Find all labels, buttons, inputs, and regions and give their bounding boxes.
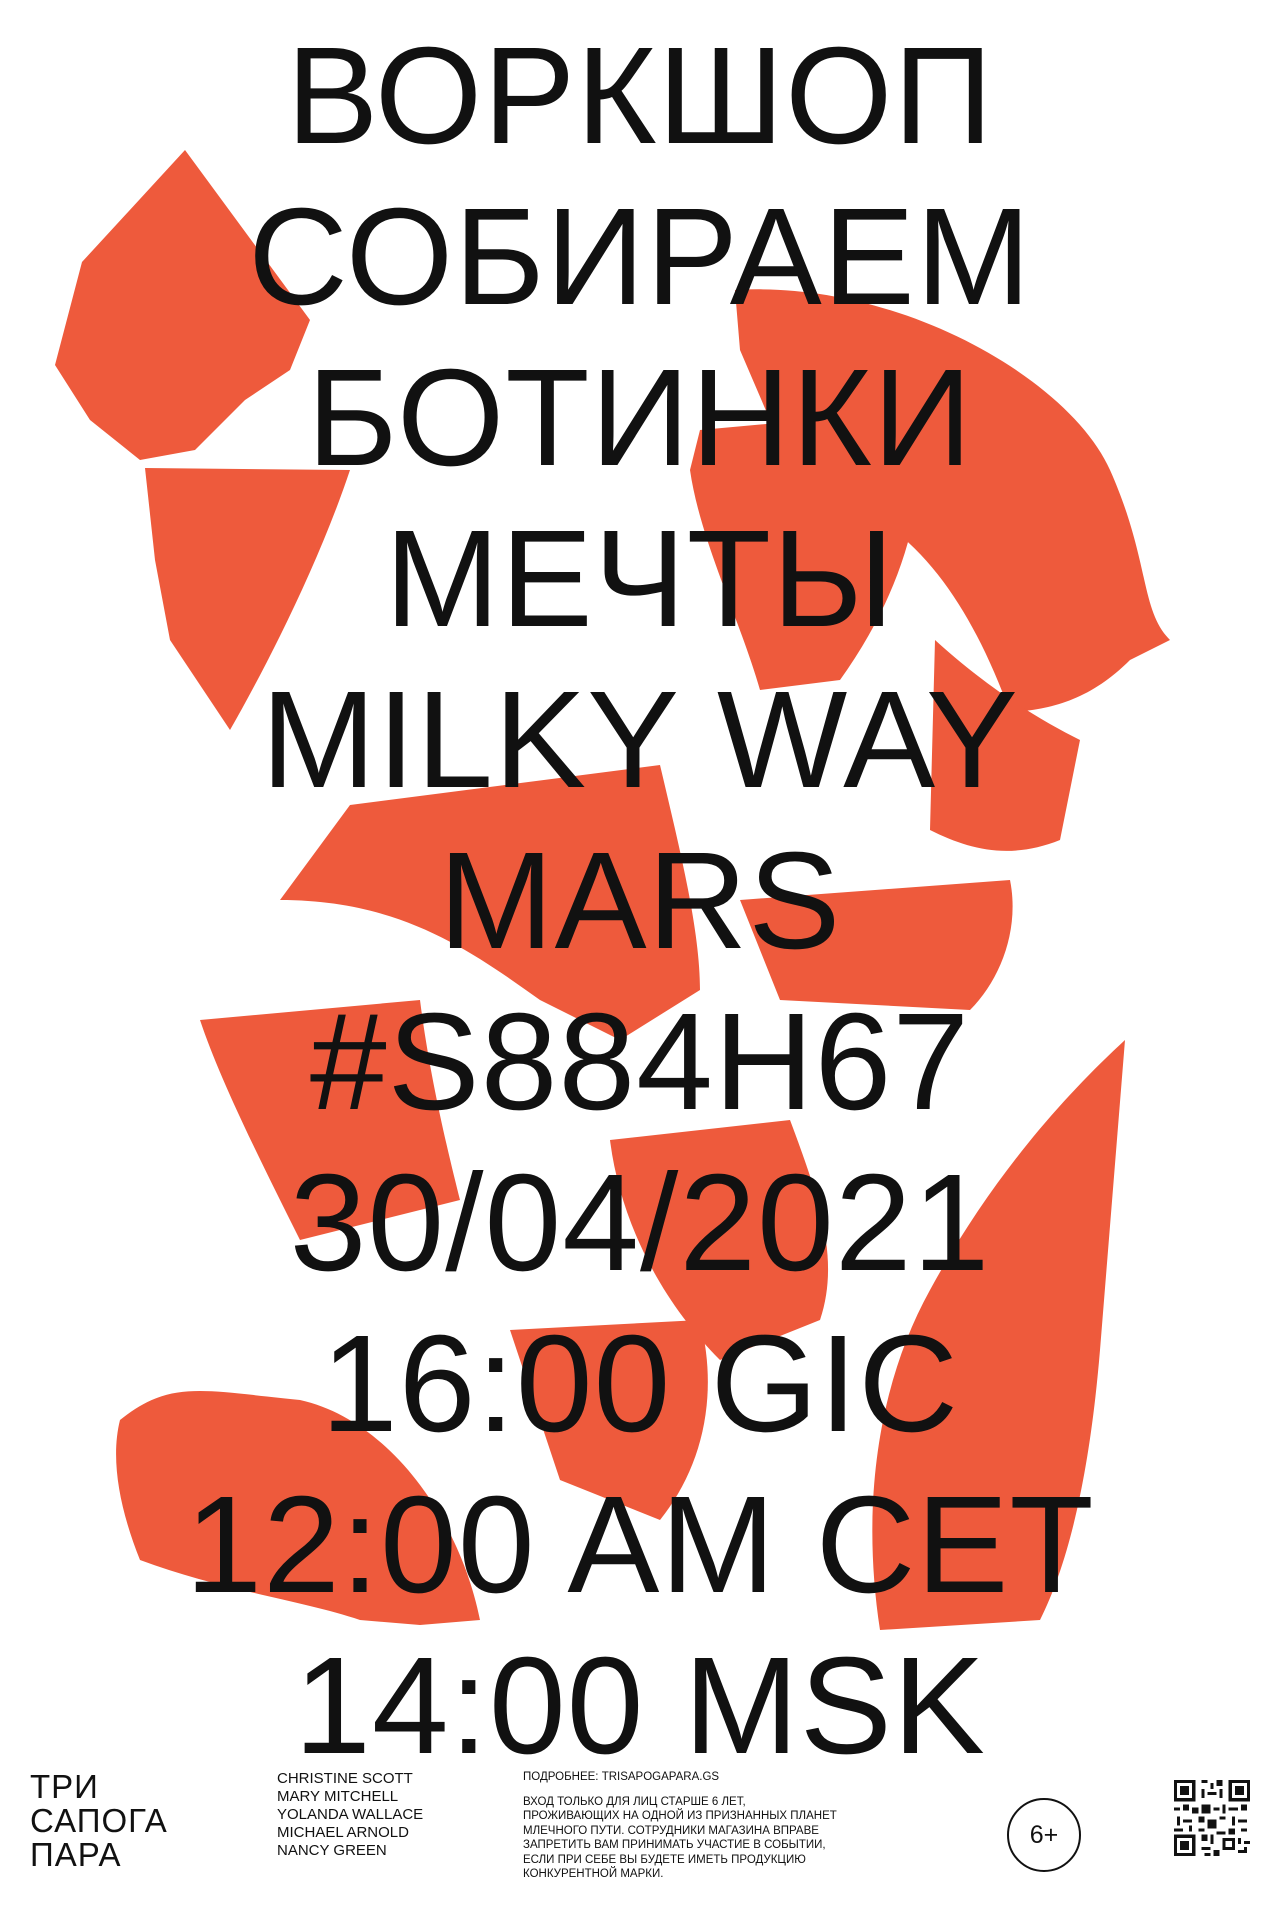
organizer-names: CHRISTINE SCOTT MARY MITCHELL YOLANDA WA… — [277, 1770, 423, 1860]
event-headline: ВОРКШОП СОБИРАЕМ БОТИНКИ МЕЧТЫ MILKY WAY… — [0, 16, 1280, 1787]
age-rating-badge: 6+ — [1007, 1798, 1081, 1872]
headline-line-2: СОБИРАЕМ — [248, 180, 1032, 334]
headline-line-8: 30/04/2021 — [289, 1146, 991, 1300]
headline-line-11: 14:00 MSK — [294, 1629, 986, 1783]
logo-line-1: ТРИ — [30, 1768, 99, 1805]
headline-line-1: ВОРКШОП — [286, 19, 994, 173]
headline-line-6: MARS — [438, 824, 842, 978]
organizer-name: MICHAEL ARNOLD — [277, 1824, 409, 1841]
poster-footer: ТРИ САПОГА ПАРА CHRISTINE SCOTT MARY MIT… — [0, 1770, 1280, 1920]
organizer-name: MARY MITCHELL — [277, 1788, 399, 1805]
headline-line-4: МЕЧТЫ — [384, 502, 896, 656]
headline-line-10: 12:00 AM CET — [185, 1468, 1095, 1622]
organizer-name: NANCY GREEN — [277, 1842, 387, 1859]
brand-logo: ТРИ САПОГА ПАРА — [30, 1770, 180, 1872]
headline-line-9: 16:00 GIC — [320, 1307, 960, 1461]
logo-line-3: ПАРА — [30, 1836, 122, 1873]
organizer-name: CHRISTINE SCOTT — [277, 1770, 413, 1787]
headline-line-5: MILKY WAY — [261, 663, 1019, 817]
organizer-name: YOLANDA WALLACE — [277, 1806, 424, 1823]
more-info-link[interactable]: ПОДРОБНЕЕ: TRISAPOGAPARA.GS — [523, 1770, 843, 1785]
event-info: ПОДРОБНЕЕ: TRISAPOGAPARA.GS ВХОД ТОЛЬКО … — [523, 1770, 843, 1882]
headline-line-7: #S884H67 — [309, 985, 971, 1139]
entry-disclaimer: ВХОД ТОЛЬКО ДЛЯ ЛИЦ СТАРШЕ 6 ЛЕТ, ПРОЖИВ… — [523, 1795, 837, 1881]
logo-line-2: САПОГА — [30, 1802, 168, 1839]
qr-code-icon — [1174, 1780, 1250, 1856]
headline-line-3: БОТИНКИ — [306, 341, 974, 495]
